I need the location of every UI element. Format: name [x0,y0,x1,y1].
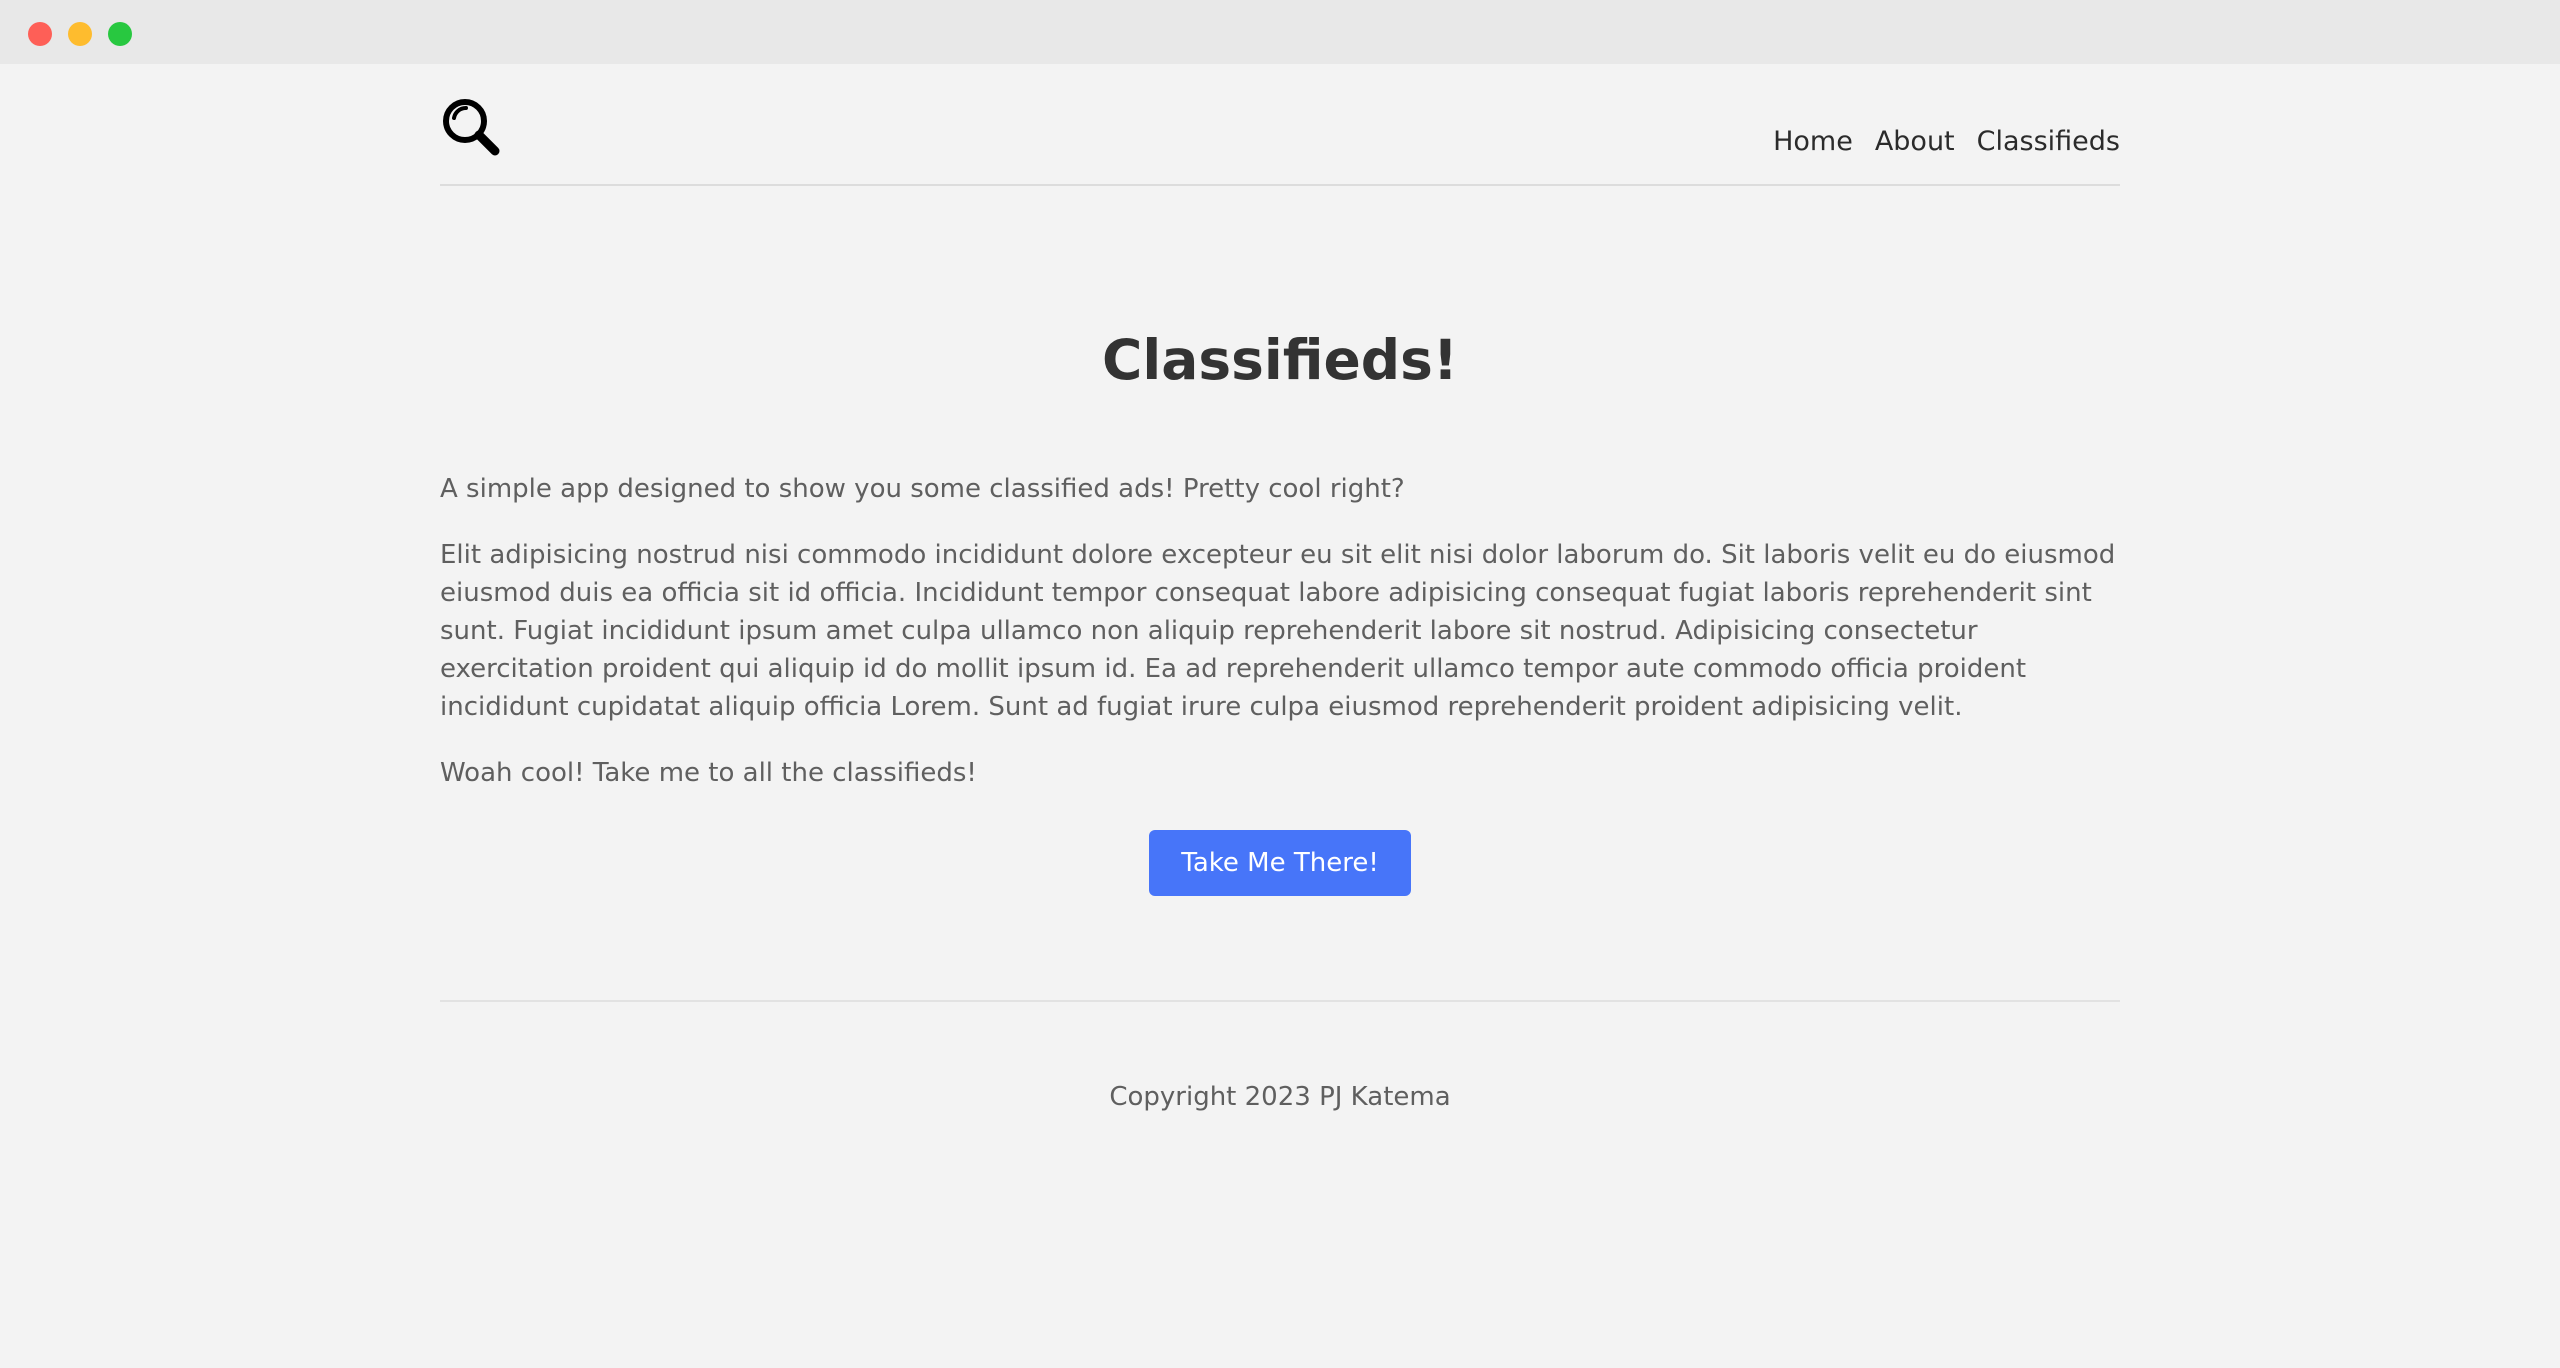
nav-link-classifieds[interactable]: Classifieds [1977,126,2120,157]
nav-link-home[interactable]: Home [1773,126,1853,157]
copyright-text: Copyright 2023 PJ Katema [1109,1082,1451,1112]
minimize-window-button[interactable] [68,22,92,46]
intro-text: A simple app designed to show you some c… [440,474,1405,504]
page-container: Home About Classifieds Classifieds! A si… [440,64,2120,1112]
browser-window: Home About Classifieds Classifieds! A si… [0,0,2560,1368]
take-me-there-button[interactable]: Take Me There! [1149,830,1411,896]
navbar: Home About Classifieds [440,64,2120,186]
close-window-button[interactable] [28,22,52,46]
prompt-text: Woah cool! Take me to all the classified… [440,758,977,788]
nav-link-about[interactable]: About [1875,126,1955,157]
page-title: Classifieds! [1102,328,1458,392]
window-titlebar [0,0,2560,64]
maximize-window-button[interactable] [108,22,132,46]
body-text: Elit adipisicing nostrud nisi commodo in… [440,540,2116,722]
footer-divider [440,1000,2120,1002]
magnifying-glass-icon[interactable] [440,96,500,156]
nav-links: Home About Classifieds [1773,126,2120,157]
